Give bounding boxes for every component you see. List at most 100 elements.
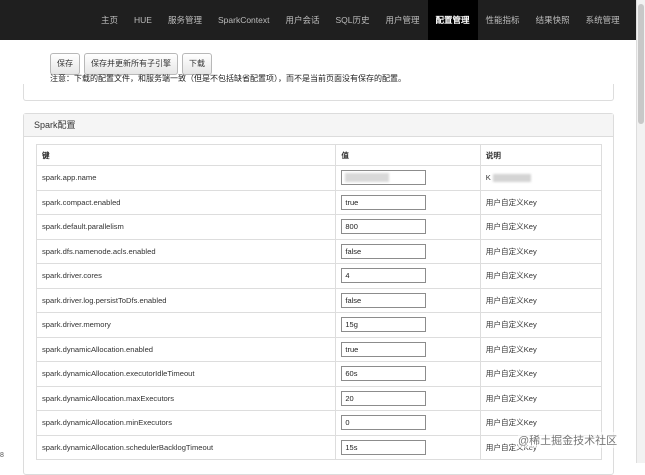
config-value-cell bbox=[335, 434, 481, 460]
config-value-input[interactable] bbox=[341, 194, 427, 210]
config-description: 用户自定义Key bbox=[479, 238, 603, 264]
panel-title: Spark配置 bbox=[24, 114, 613, 137]
config-toolbar: 保存 保存并更新所有子引擎 下载 bbox=[50, 53, 212, 75]
download-notice: 注意：下载的配置文件，和服务端一致（但是不包括缺省配置项），而不是当前页面没有保… bbox=[50, 74, 406, 83]
config-key: spark.driver.cores bbox=[35, 263, 337, 289]
config-key: spark.dynamicAllocation.schedulerBacklog… bbox=[35, 434, 337, 460]
table-row: spark.app.name K bbox=[35, 165, 603, 191]
previous-panel-bottom bbox=[23, 84, 614, 101]
table-row: spark.driver.memory 用户自定义Key bbox=[35, 312, 603, 338]
table-body: spark.app.name Kspark.compact.enabled 用户自定… bbox=[35, 165, 603, 460]
nav-item-sparkcontext[interactable]: SparkContext bbox=[210, 0, 278, 40]
table-row: spark.driver.cores 用户自定义Key bbox=[35, 263, 603, 289]
config-description: 用户自定义Key bbox=[479, 214, 603, 240]
nav-item-performance-metrics[interactable]: 性能指标 bbox=[478, 0, 528, 40]
scrollbar-thumb[interactable] bbox=[638, 4, 644, 124]
watermark: @稀土掘金技术社区 bbox=[518, 432, 618, 448]
edge-marker: 8 bbox=[0, 452, 4, 459]
table-row: spark.dfs.namenode.acls.enabled 用户自定义Key bbox=[35, 238, 603, 264]
download-button[interactable]: 下载 bbox=[182, 53, 212, 75]
table-row: spark.driver.log.persistToDfs.enabled 用户自… bbox=[35, 287, 603, 313]
table-row: spark.dynamicAllocation.minExecutors 用户自定… bbox=[35, 410, 603, 436]
config-value-input[interactable] bbox=[341, 292, 427, 308]
description-text: 用户自定义Key bbox=[485, 246, 537, 256]
config-key: spark.compact.enabled bbox=[35, 189, 337, 215]
config-key: spark.dfs.namenode.acls.enabled bbox=[35, 238, 337, 264]
config-description: K bbox=[479, 165, 603, 191]
config-key: spark.dynamicAllocation.executorIdleTime… bbox=[35, 361, 337, 387]
config-key: spark.dynamicAllocation.maxExecutors bbox=[35, 385, 337, 411]
table-row: spark.compact.enabled 用户自定义Key bbox=[35, 189, 603, 215]
config-value-input[interactable] bbox=[341, 268, 427, 284]
config-value-cell bbox=[335, 312, 481, 338]
config-description: 用户自定义Key bbox=[479, 312, 603, 338]
config-key: spark.driver.memory bbox=[35, 312, 337, 338]
nav-item-system-management[interactable]: 系统管理 bbox=[578, 0, 628, 40]
spark-config-panel: Spark配置 键 值 说明 spark.app.name Kspark.comp… bbox=[23, 113, 614, 475]
config-key: spark.driver.log.persistToDfs.enabled bbox=[35, 287, 337, 313]
config-value-input[interactable] bbox=[341, 219, 427, 235]
nav-menu: 主页 HUE 服务管理 SparkContext 用户会话 SQL历史 用户管理… bbox=[93, 0, 628, 40]
description-text: 用户自定义Key bbox=[485, 418, 537, 428]
nav-item-sql-history[interactable]: SQL历史 bbox=[328, 0, 378, 40]
redacted-description bbox=[492, 174, 531, 183]
config-value-input[interactable] bbox=[341, 415, 427, 431]
column-header-key: 键 bbox=[35, 144, 337, 166]
save-and-refresh-engines-button[interactable]: 保存并更新所有子引擎 bbox=[84, 53, 178, 75]
config-description: 用户自定义Key bbox=[479, 361, 603, 387]
description-text: 用户自定义Key bbox=[485, 197, 537, 207]
table-header-row: 键 值 说明 bbox=[35, 144, 603, 166]
config-value-cell bbox=[335, 238, 481, 264]
config-value-cell bbox=[335, 263, 481, 289]
config-value-input[interactable] bbox=[341, 243, 427, 259]
column-header-description: 说明 bbox=[479, 144, 603, 166]
nav-item-result-snapshots[interactable]: 结果快照 bbox=[528, 0, 578, 40]
config-description: 用户自定义Key bbox=[479, 189, 603, 215]
config-value-cell bbox=[335, 361, 481, 387]
description-text: 用户自定义Key bbox=[485, 320, 537, 330]
config-value-input[interactable] bbox=[341, 317, 427, 333]
config-key: spark.dynamicAllocation.enabled bbox=[35, 336, 337, 362]
description-text: 用户自定义Key bbox=[485, 295, 537, 305]
table-row: spark.dynamicAllocation.executorIdleTime… bbox=[35, 361, 603, 387]
config-key: spark.default.parallelism bbox=[35, 214, 337, 240]
vertical-scrollbar[interactable] bbox=[636, 0, 645, 463]
config-value-input[interactable] bbox=[341, 439, 427, 455]
config-value-cell bbox=[335, 189, 481, 215]
description-text: 用户自定义Key bbox=[485, 222, 537, 232]
nav-item-user-sessions[interactable]: 用户会话 bbox=[277, 0, 327, 40]
config-value-input[interactable] bbox=[341, 341, 427, 357]
column-header-value: 值 bbox=[335, 144, 481, 166]
redacted-value bbox=[345, 173, 390, 183]
config-value-cell bbox=[335, 410, 481, 436]
config-value-cell bbox=[335, 287, 481, 313]
top-navbar: 主页 HUE 服务管理 SparkContext 用户会话 SQL历史 用户管理… bbox=[0, 0, 636, 40]
nav-item-config-management[interactable]: 配置管理 bbox=[427, 0, 478, 40]
config-value-input[interactable] bbox=[341, 390, 427, 406]
config-value-cell bbox=[335, 336, 481, 362]
config-value-cell bbox=[335, 385, 481, 411]
table-row: spark.dynamicAllocation.maxExecutors 用户自定… bbox=[35, 385, 603, 411]
nav-item-home[interactable]: 主页 bbox=[93, 0, 126, 40]
config-value-input[interactable] bbox=[341, 366, 427, 382]
config-description: 用户自定义Key bbox=[479, 385, 603, 411]
description-text: 用户自定义Key bbox=[485, 393, 537, 403]
description-text: 用户自定义Key bbox=[485, 271, 537, 281]
nav-item-hue[interactable]: HUE bbox=[126, 0, 160, 40]
nav-item-user-management[interactable]: 用户管理 bbox=[378, 0, 428, 40]
config-value-cell bbox=[335, 165, 481, 191]
config-description: 用户自定义Key bbox=[479, 287, 603, 313]
config-description: 用户自定义Key bbox=[479, 336, 603, 362]
description-text: 用户自定义Key bbox=[485, 369, 537, 379]
description-text: 用户自定义Key bbox=[485, 344, 537, 354]
config-key: spark.app.name bbox=[35, 165, 337, 191]
table-row: spark.dynamicAllocation.schedulerBacklog… bbox=[35, 434, 603, 460]
description-text: K bbox=[485, 173, 491, 183]
nav-item-service-management[interactable]: 服务管理 bbox=[160, 0, 210, 40]
table-row: spark.default.parallelism 用户自定义Key bbox=[35, 214, 603, 240]
config-key: spark.dynamicAllocation.minExecutors bbox=[35, 410, 337, 436]
table-row: spark.dynamicAllocation.enabled 用户自定义Key bbox=[35, 336, 603, 362]
save-button[interactable]: 保存 bbox=[50, 53, 80, 75]
config-value-cell bbox=[335, 214, 481, 240]
config-table: 键 值 说明 spark.app.name Kspark.compact.enab… bbox=[35, 144, 603, 460]
